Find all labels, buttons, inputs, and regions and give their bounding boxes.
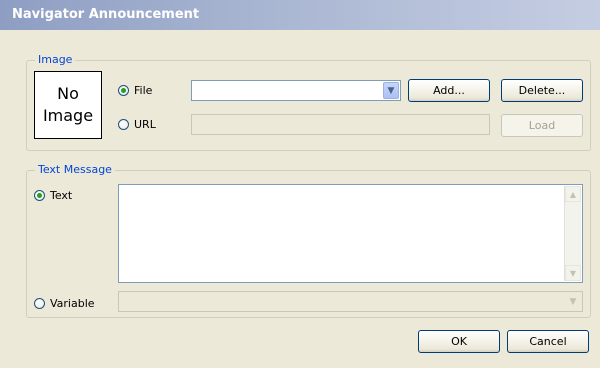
- text-message-area[interactable]: ▲ ▼: [118, 184, 583, 283]
- text-radio-button[interactable]: [34, 190, 45, 201]
- url-radio-label: URL: [134, 118, 156, 131]
- scroll-down-icon[interactable]: ▼: [565, 265, 581, 281]
- variable-chevron-down-icon[interactable]: ▼: [565, 293, 581, 310]
- file-radio-label: File: [134, 84, 153, 97]
- url-radio[interactable]: URL: [118, 118, 156, 131]
- file-dropdown[interactable]: ▼: [191, 80, 401, 101]
- delete-button-label: Delete...: [518, 84, 566, 97]
- variable-radio[interactable]: Variable: [34, 297, 95, 310]
- add-button-label: Add...: [433, 84, 465, 97]
- text-scrollbar[interactable]: ▲ ▼: [564, 186, 581, 281]
- text-radio[interactable]: Text: [34, 189, 72, 202]
- variable-dropdown[interactable]: ▼: [118, 291, 583, 312]
- ok-button-label: OK: [451, 335, 467, 348]
- url-input[interactable]: [191, 114, 490, 135]
- scroll-up-icon[interactable]: ▲: [565, 186, 581, 202]
- cancel-button[interactable]: Cancel: [507, 330, 589, 353]
- delete-button[interactable]: Delete...: [501, 79, 583, 102]
- no-image-line1: No: [57, 84, 79, 103]
- dialog-window: Navigator Announcement Image No Image Fi…: [0, 0, 600, 368]
- add-button[interactable]: Add...: [408, 79, 490, 102]
- load-button[interactable]: Load: [501, 114, 583, 137]
- ok-button[interactable]: OK: [418, 330, 500, 353]
- text-radio-label: Text: [50, 189, 73, 202]
- image-group: Image: [26, 53, 591, 151]
- file-radio[interactable]: File: [118, 84, 152, 97]
- variable-radio-button[interactable]: [34, 298, 45, 309]
- file-radio-button[interactable]: [118, 85, 129, 96]
- no-image-preview: No Image: [34, 71, 102, 139]
- chevron-down-icon[interactable]: ▼: [383, 82, 399, 99]
- no-image-line2: Image: [42, 106, 94, 125]
- image-group-title: Image: [35, 53, 76, 66]
- text-message-group-title: Text Message: [35, 163, 115, 176]
- title-bar[interactable]: Navigator Announcement: [0, 0, 600, 30]
- window-title: Navigator Announcement: [12, 7, 200, 22]
- url-radio-button[interactable]: [118, 119, 129, 130]
- cancel-button-label: Cancel: [529, 335, 567, 348]
- load-button-label: Load: [528, 119, 556, 132]
- variable-radio-label: Variable: [50, 297, 95, 310]
